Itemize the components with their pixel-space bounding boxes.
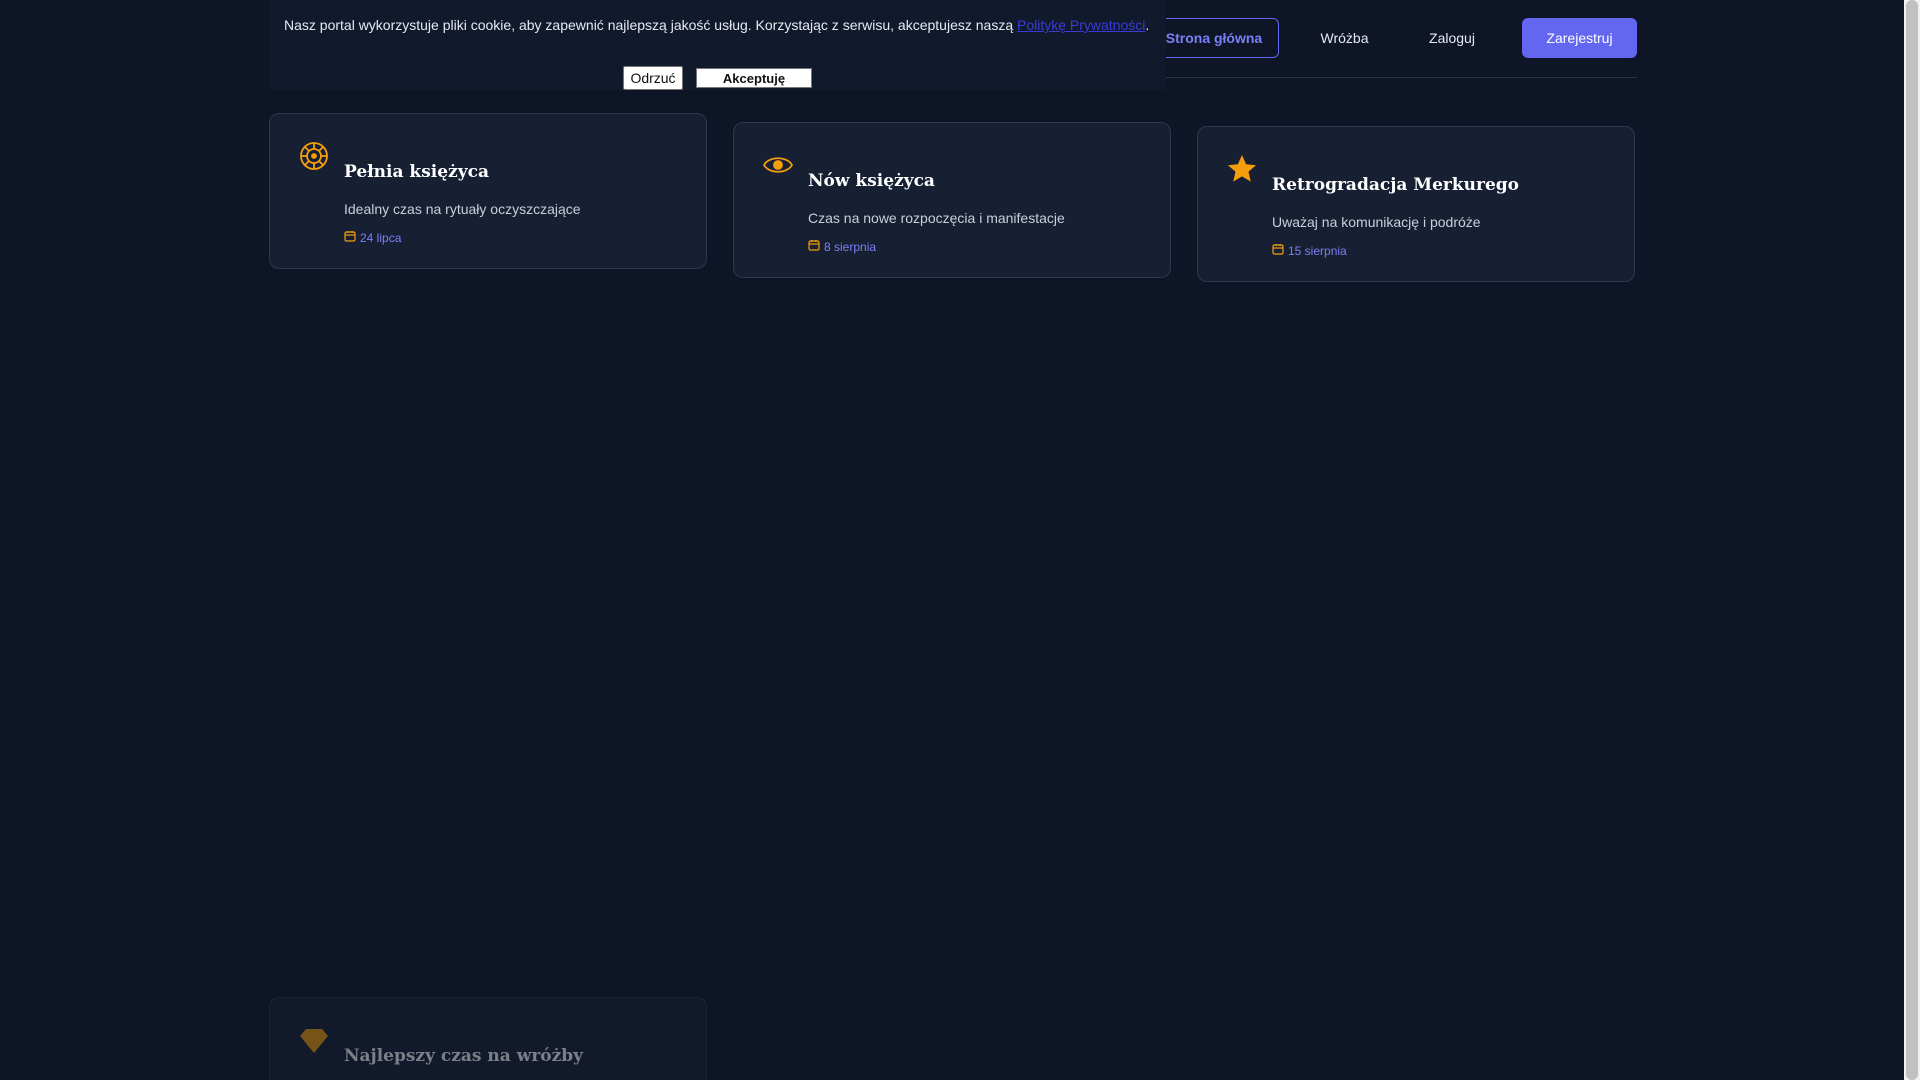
page: Strona główna Wróżba Zaloguj Zarejestruj… <box>0 0 1904 1080</box>
nav-login-link[interactable]: Zaloguj <box>1402 18 1502 58</box>
card-date: 24 lipca <box>344 230 401 245</box>
gem-icon <box>298 1024 330 1056</box>
calendar-icon <box>1272 243 1284 258</box>
card-date-text: 24 lipca <box>360 230 402 245</box>
scrollbar[interactable] <box>1904 0 1920 1080</box>
calendar-icon <box>808 239 820 254</box>
card-description: Uważaj na komunikację i podróże <box>1272 214 1481 230</box>
card-date: 15 sierpnia <box>1272 243 1347 258</box>
star-icon <box>1226 153 1258 185</box>
cookie-text: Nasz portal wykorzystuje pliki cookie, a… <box>284 17 1017 33</box>
card-description: Idealny czas na rytuały oczyszczające <box>344 201 581 217</box>
accept-button[interactable]: Akceptuję <box>696 68 812 88</box>
card-date-text: 15 sierpnia <box>1288 243 1347 258</box>
event-card[interactable]: Nów księżyca Czas na nowe rozpoczęcia i … <box>733 122 1171 278</box>
calendar-icon <box>344 230 356 245</box>
card-date-text: 8 sierpnia <box>824 239 877 254</box>
card-title: Retrogradacja Merkurego <box>1272 175 1520 195</box>
nav-home-link[interactable]: Strona główna <box>1149 18 1279 58</box>
card-title: Nów księżyca <box>808 171 935 191</box>
card-date: 8 sierpnia <box>808 239 876 254</box>
main-nav: Strona główna Wróżba Zaloguj Zarejestruj <box>1149 18 1637 58</box>
decline-button[interactable]: Odrzuć <box>623 66 683 90</box>
cookie-message: Nasz portal wykorzystuje pliki cookie, a… <box>284 17 1149 33</box>
eye-icon <box>762 149 794 181</box>
privacy-policy-link[interactable]: Politykę Prywatności <box>1017 17 1145 33</box>
cookie-text-end: . <box>1145 17 1150 33</box>
register-button[interactable]: Zarejestruj <box>1522 18 1637 58</box>
nav-wrozba-link[interactable]: Wróżba <box>1287 18 1402 58</box>
card-description: Czas na nowe rozpoczęcia i manifestacje <box>808 210 1065 226</box>
card-title: Pełnia księżyca <box>344 162 489 182</box>
event-card[interactable]: Najlepszy czas na wróżby <box>269 997 707 1080</box>
card-title: Najlepszy czas na wróżby <box>344 1046 584 1066</box>
event-card[interactable]: Retrogradacja Merkurego Uważaj na komuni… <box>1197 126 1635 282</box>
scrollbar-thumb[interactable] <box>1906 0 1918 1080</box>
cookie-banner: Nasz portal wykorzystuje pliki cookie, a… <box>269 0 1166 90</box>
sun-wheel-icon <box>298 140 330 172</box>
event-card[interactable]: Pełnia księżyca Idealny czas na rytuały … <box>269 113 707 269</box>
